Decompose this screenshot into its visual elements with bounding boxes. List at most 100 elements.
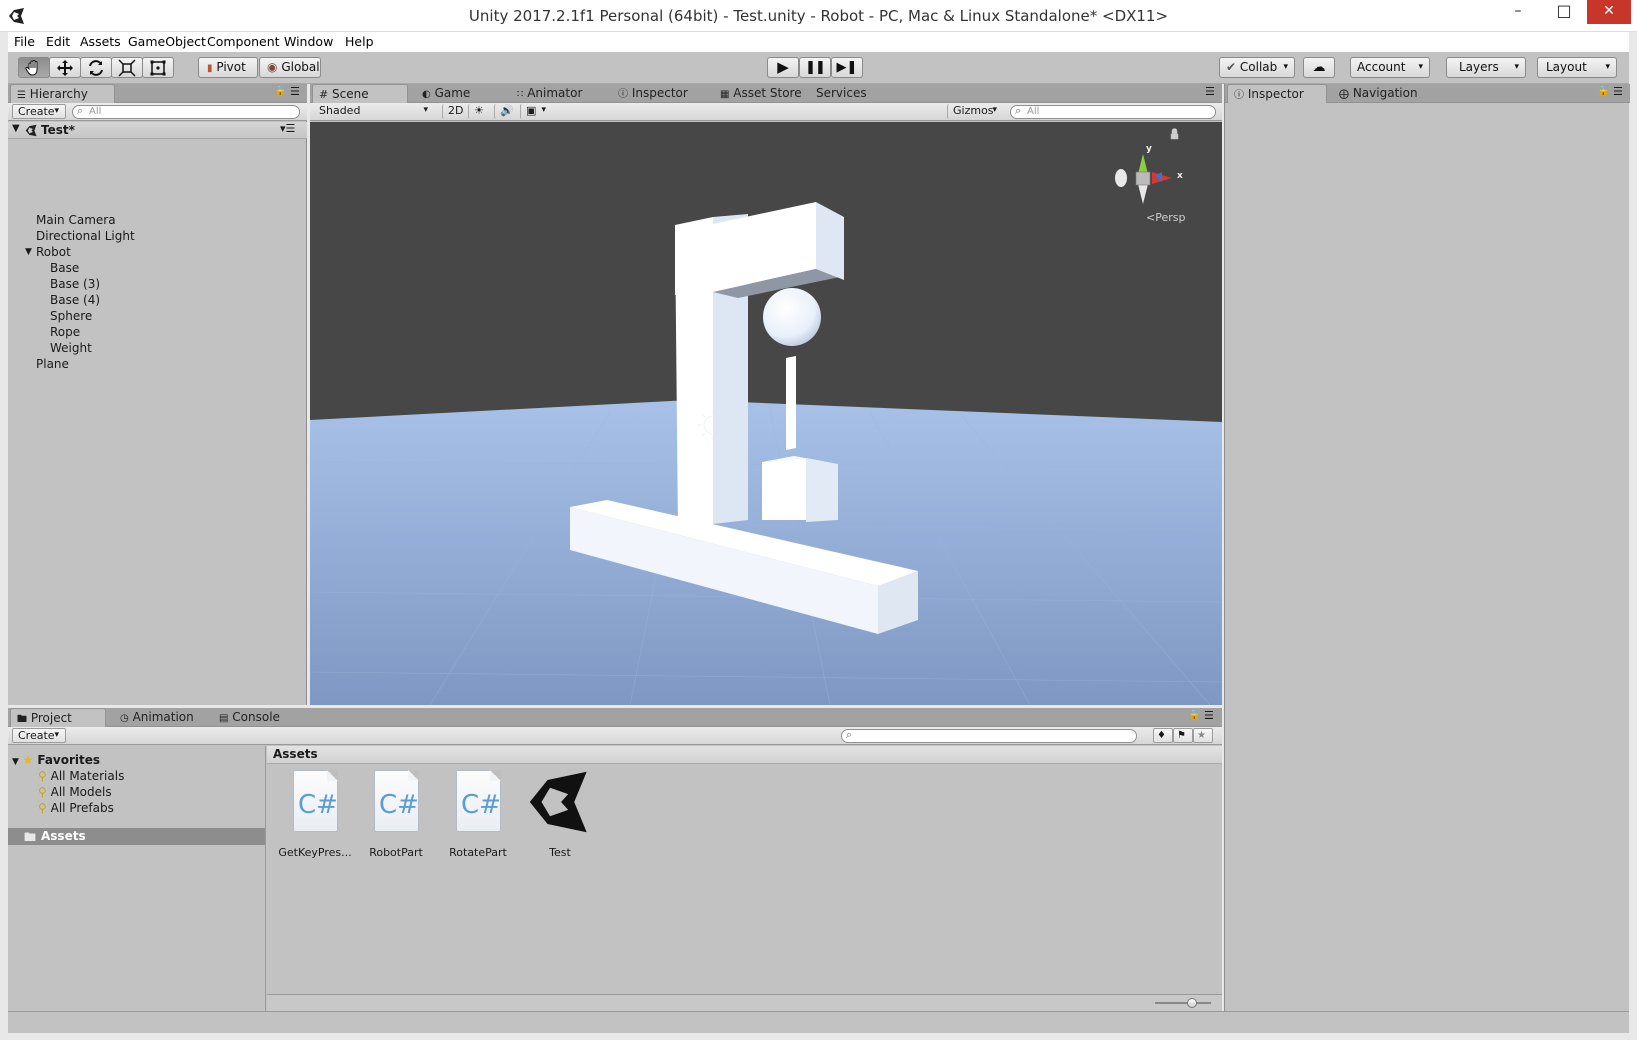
maximize-button[interactable]: □	[1541, 0, 1587, 24]
panel-menu-icon[interactable]: ☰	[290, 85, 300, 98]
effects-dropdown[interactable]: ▣	[520, 104, 552, 119]
title-bar: Unity 2017.2.1f1 Personal (64bit) - Test…	[0, 0, 1637, 32]
scene-viewport[interactable]	[310, 122, 1222, 705]
scene-header-row[interactable]: ▼ Test* ▾☰	[8, 122, 307, 139]
layers-dropdown[interactable]: Layers	[1446, 57, 1526, 78]
icon-size-slider-thumb[interactable]	[1187, 998, 1197, 1008]
tab-animator[interactable]: ∷ Animator	[511, 84, 589, 103]
lock-icon[interactable]: 🔒	[1188, 710, 1200, 721]
menu-help[interactable]: Help	[339, 32, 380, 52]
scene-panel: # Scene ◐ Game ∷ Animator ⓘ Inspector ▦ …	[310, 84, 1222, 705]
asset-item[interactable]: C# RobotPart	[356, 770, 436, 859]
expand-arrow-icon[interactable]: ▼	[12, 757, 19, 767]
menu-gameobject[interactable]: GameObject	[122, 32, 212, 52]
hierarchy-panel: ☰ Hierarchy 🔒 ☰ Create All ▼ Test* ▾☰ Ma…	[8, 84, 307, 705]
filter-by-label-button[interactable]: ⚑	[1173, 728, 1193, 743]
account-dropdown[interactable]: Account	[1350, 57, 1430, 78]
favorite-item[interactable]: ⚲ All Prefabs	[38, 800, 114, 816]
global-toggle[interactable]: ◉ Global	[259, 57, 321, 78]
hierarchy-item[interactable]: Robot	[36, 244, 71, 260]
hierarchy-item[interactable]: Base	[50, 260, 79, 276]
tab-project[interactable]: 🖿 Project	[10, 708, 106, 727]
hierarchy-item[interactable]: Rope	[50, 324, 80, 340]
scene-menu-icon[interactable]: ▾☰	[280, 122, 295, 135]
cloud-button[interactable]: ☁	[1303, 57, 1335, 78]
menu-window[interactable]: Window	[278, 32, 339, 52]
tab-inspector-center[interactable]: ⓘ Inspector	[612, 84, 695, 103]
assets-breadcrumb-bar: Assets	[267, 746, 1222, 764]
tab-services[interactable]: Services	[810, 84, 874, 103]
pivot-toggle[interactable]: ▮ Pivot	[198, 57, 258, 78]
minimize-button[interactable]: –	[1495, 0, 1541, 24]
collab-dropdown[interactable]: ✔ Collab	[1219, 57, 1295, 78]
shading-mode-dropdown[interactable]: Shaded	[314, 104, 434, 119]
toggle-2d-button[interactable]: 2D	[442, 104, 466, 119]
hierarchy-item[interactable]: Base (3)	[50, 276, 100, 292]
window-title: Unity 2017.2.1f1 Personal (64bit) - Test…	[468, 7, 1169, 25]
layout-dropdown[interactable]: Layout	[1537, 57, 1617, 78]
gizmos-label: Gizmos	[953, 104, 994, 117]
hierarchy-create-button[interactable]: Create	[12, 104, 66, 119]
project-search-input[interactable]	[841, 729, 1137, 743]
hierarchy-item[interactable]: Base (4)	[50, 292, 100, 308]
hierarchy-item[interactable]: Main Camera	[36, 212, 116, 228]
icon-size-slider-track[interactable]	[1155, 1002, 1211, 1004]
tab-navigation[interactable]: ⨁ Navigation	[1333, 84, 1425, 103]
tab-game[interactable]: ◐ Game	[416, 84, 477, 103]
hierarchy-item[interactable]: Sphere	[50, 308, 92, 324]
tab-console[interactable]: ▤ Console	[213, 708, 287, 727]
tab-animation[interactable]: ◷ Animation	[114, 708, 201, 727]
asset-item[interactable]: Test	[520, 770, 600, 859]
hierarchy-item[interactable]: Weight	[50, 340, 92, 356]
favorite-item[interactable]: ⚲ All Models	[38, 784, 112, 800]
panel-menu-icon[interactable]: ☰	[1613, 85, 1623, 98]
hierarchy-item[interactable]: Directional Light	[36, 228, 135, 244]
hierarchy-search-input[interactable]: All	[72, 105, 300, 119]
asset-item[interactable]: C# GetKeyPres...	[275, 770, 355, 859]
globe-icon: ◉	[267, 60, 278, 74]
lighting-toggle[interactable]: ☀	[468, 104, 492, 119]
rotate-tool-button[interactable]	[80, 57, 112, 78]
favorite-button[interactable]: ★	[1193, 728, 1213, 743]
asset-item[interactable]: C# RotatePart	[438, 770, 518, 859]
menu-file[interactable]: File	[8, 32, 41, 52]
tab-animator-label: Animator	[527, 86, 583, 100]
favorites-row[interactable]: ▼ ★ Favorites	[12, 752, 100, 768]
lock-icon[interactable]: 🔒	[1597, 86, 1609, 97]
rect-tool-button[interactable]	[142, 57, 174, 78]
pause-button[interactable]: ❚❚	[799, 57, 831, 78]
panel-menu-icon[interactable]: ☰	[1205, 85, 1215, 98]
gizmos-dropdown[interactable]: Gizmos	[947, 104, 1003, 119]
tab-hierarchy[interactable]: ☰ Hierarchy	[10, 84, 115, 103]
favorite-item[interactable]: ⚲ All Materials	[38, 768, 124, 784]
panel-menu-icon[interactable]: ☰	[1204, 709, 1214, 722]
tab-inspector[interactable]: ⓘ Inspector	[1227, 84, 1327, 103]
menu-component[interactable]: Component	[201, 32, 286, 52]
move-tool-button[interactable]	[49, 57, 81, 78]
filter-by-type-button[interactable]: ♦	[1153, 728, 1173, 743]
breadcrumb[interactable]: Assets	[273, 747, 318, 761]
gizmo-lock-icon[interactable]	[1170, 128, 1179, 140]
step-button[interactable]: ▶❚	[831, 57, 863, 78]
lock-icon[interactable]: 🔒	[274, 86, 286, 97]
menu-edit[interactable]: Edit	[40, 32, 76, 52]
expand-arrow-icon[interactable]: ▼	[12, 123, 20, 134]
hierarchy-item[interactable]: Plane	[36, 356, 69, 372]
scale-tool-button[interactable]	[111, 57, 143, 78]
hand-tool-button[interactable]	[18, 57, 50, 78]
close-button[interactable]: ✕	[1587, 0, 1631, 24]
gizmo-center-cube-icon[interactable]	[1135, 171, 1151, 186]
projection-toggle[interactable]: <Persp	[1146, 211, 1185, 224]
project-create-button[interactable]: Create	[12, 728, 66, 743]
expand-arrow-icon[interactable]: ▼	[25, 247, 32, 257]
tab-scene[interactable]: # Scene	[312, 84, 408, 103]
grid-icon: #	[319, 88, 329, 101]
play-button[interactable]: ▶	[767, 57, 799, 78]
tab-asset-store[interactable]: ▦ Asset Store	[714, 84, 809, 103]
menu-assets[interactable]: Assets	[74, 32, 127, 52]
assets-folder-row[interactable]: 🖿 Assets	[8, 828, 265, 845]
scene-search-input[interactable]: All	[1010, 105, 1216, 119]
audio-toggle[interactable]: 🔊	[494, 104, 518, 119]
gizmo-neg-x-axis-icon[interactable]	[1115, 169, 1127, 187]
create-label: Create	[18, 105, 55, 118]
